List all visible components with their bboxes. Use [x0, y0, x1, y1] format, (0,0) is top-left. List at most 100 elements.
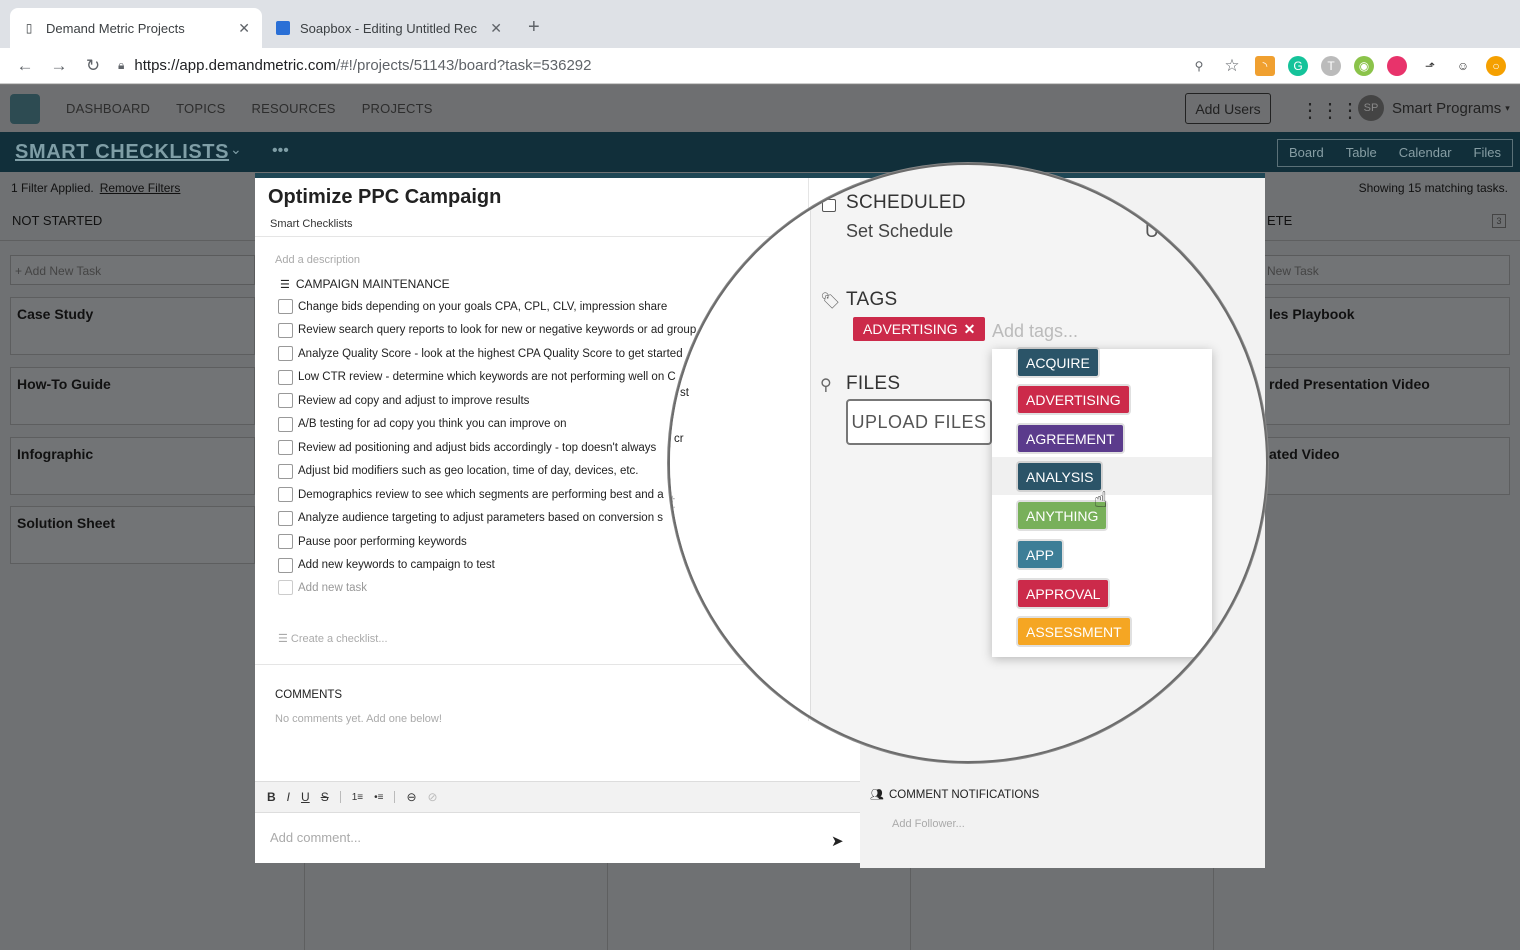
add-task-button[interactable]: + Add New Task — [10, 255, 255, 285]
task-card[interactable]: ated Video — [1262, 437, 1510, 495]
new-tab-icon[interactable]: + — [528, 16, 540, 39]
star-icon[interactable]: ☆ — [1222, 56, 1242, 76]
more-icon[interactable]: ••• — [1190, 195, 1207, 213]
tag-option-approval[interactable]: APPROVAL — [1018, 580, 1109, 607]
checklist-item[interactable]: Demographics review to see which segment… — [278, 483, 708, 507]
back-icon[interactable]: ← — [8, 56, 42, 76]
view-switcher: Board Table Calendar Files — [1277, 139, 1513, 167]
checkbox[interactable] — [278, 487, 293, 503]
url-field[interactable]: 🔒︎ https://app.demandmetric.com/#!/proje… — [118, 57, 592, 74]
tag-option-advertising[interactable]: ADVERTISING — [1018, 386, 1129, 413]
tag-option-assessment[interactable]: ASSESSMENT — [1018, 618, 1130, 645]
view-calendar-tab[interactable]: Calendar — [1388, 140, 1463, 166]
checklist-item[interactable]: Low CTR review - determine which keyword… — [278, 366, 708, 390]
view-board-tab[interactable]: Board — [1278, 140, 1335, 166]
app-header: DASHBOARD TOPICS RESOURCES PROJECTS Add … — [0, 85, 1520, 132]
checklist-item[interactable]: Add new keywords to campaign to test — [278, 554, 708, 578]
italic-button[interactable]: I — [287, 790, 290, 804]
user-menu[interactable]: SP Smart Programs ▾ — [1358, 95, 1510, 121]
checkbox[interactable] — [278, 416, 293, 432]
create-checklist-link[interactable]: ☰ Create a checklist... — [278, 632, 388, 645]
add-tags-input[interactable]: Add tags... — [992, 321, 1078, 342]
nav-topics[interactable]: TOPICS — [176, 101, 225, 116]
checklist-title[interactable]: ☰ CAMPAIGN MAINTENANCE — [280, 277, 450, 291]
task-card[interactable]: rded Presentation Video — [1262, 367, 1510, 425]
checklist-item[interactable]: Review ad positioning and adjust bids ac… — [278, 436, 708, 460]
checkbox[interactable] — [278, 440, 293, 456]
view-table-tab[interactable]: Table — [1335, 140, 1388, 166]
ordered-list-button[interactable]: 1≡ — [352, 792, 363, 803]
tag-chip[interactable]: ADVERTISING ✕ — [853, 317, 986, 341]
checkbox[interactable] — [278, 322, 293, 338]
extension-t-icon[interactable]: T — [1321, 56, 1341, 76]
nav-dashboard[interactable]: DASHBOARD — [66, 101, 150, 116]
close-icon[interactable]: ✕ — [490, 20, 502, 37]
task-title[interactable]: Optimize PPC Campaign — [268, 186, 501, 209]
tag-option-acquire[interactable]: ACQUIRE — [1018, 349, 1098, 376]
underline-button[interactable]: U — [301, 790, 310, 804]
checklist-item[interactable]: Review ad copy and adjust to improve res… — [278, 389, 708, 413]
pink-dot-icon[interactable] — [1387, 56, 1407, 76]
board-more-button[interactable]: ••• — [272, 142, 289, 160]
bold-button[interactable]: B — [267, 790, 276, 804]
strikethrough-button[interactable]: S — [321, 790, 329, 804]
tag-option-agreement[interactable]: AGREEMENT — [1018, 425, 1123, 452]
reload-icon[interactable]: ↻ — [76, 56, 110, 76]
checkbox[interactable] — [278, 299, 293, 315]
checkbox[interactable] — [278, 510, 293, 526]
task-card[interactable]: How-To Guide — [10, 367, 255, 425]
checklist-item[interactable]: Adjust bid modifiers such as geo locatio… — [278, 460, 708, 484]
task-card[interactable]: les Playbook — [1262, 297, 1510, 355]
unlink-button[interactable]: ⊘ — [428, 790, 438, 804]
task-card[interactable]: Case Study — [10, 297, 255, 355]
rss-icon[interactable]: ◝ — [1255, 56, 1275, 76]
checkbox[interactable] — [278, 393, 293, 409]
demand-metric-logo[interactable] — [10, 93, 40, 124]
checkbox[interactable] — [278, 369, 293, 385]
zoom-icon[interactable]: ⚲ — [1189, 56, 1209, 76]
remove-tag-icon[interactable]: ✕ — [964, 321, 976, 338]
checkbox[interactable] — [278, 534, 293, 550]
orange-ext-icon[interactable]: ○ — [1486, 56, 1506, 76]
checklist-item[interactable]: Analyze Quality Score - look at the high… — [278, 342, 708, 366]
checklist-item[interactable]: Analyze audience targeting to adjust par… — [278, 507, 708, 531]
task-card[interactable]: Infographic — [10, 437, 255, 495]
checkbox[interactable] — [278, 346, 293, 362]
checklist-item[interactable]: Review search query reports to look for … — [278, 319, 708, 343]
checklist-item[interactable]: A/B testing for ad copy you think you ca… — [278, 413, 708, 437]
grammarly-icon[interactable]: G — [1288, 56, 1308, 76]
apps-grid-icon[interactable]: ⋮⋮⋮ — [1300, 98, 1360, 123]
add-task-button[interactable]: New Task — [1262, 255, 1510, 285]
tag-option-app[interactable]: APP — [1018, 541, 1063, 568]
link-button[interactable]: ⊖ — [406, 790, 416, 804]
send-icon[interactable]: ➤ — [831, 832, 844, 850]
set-schedule-link[interactable]: Set Schedule — [846, 221, 953, 242]
board-title[interactable]: SMART CHECKLISTS — [15, 141, 229, 164]
remove-filters-link[interactable]: Remove Filters — [100, 181, 181, 195]
upload-files-button[interactable]: UPLOAD FILES — [846, 399, 992, 445]
chevron-down-icon[interactable]: ⌄ — [230, 141, 242, 158]
tag-option-analysis[interactable]: ANALYSIS — [1018, 463, 1102, 490]
close-icon[interactable]: ✕ — [1232, 193, 1249, 218]
view-files-tab[interactable]: Files — [1463, 140, 1512, 166]
arrow-ext-icon[interactable]: ⬏ — [1420, 56, 1440, 76]
comment-input[interactable]: Add comment... — [270, 830, 361, 845]
browser-tab-active[interactable]: ▯ Demand Metric Projects ✕ — [10, 8, 262, 48]
android-icon[interactable]: ◉ — [1354, 56, 1374, 76]
add-checklist-item-input[interactable]: Add new task — [278, 580, 367, 595]
nav-resources[interactable]: RESOURCES — [252, 101, 336, 116]
task-card[interactable]: Solution Sheet — [10, 506, 255, 564]
checklist-item[interactable]: Pause poor performing keywords — [278, 530, 708, 554]
add-users-button[interactable]: Add Users — [1185, 93, 1271, 124]
browser-tab-soapbox[interactable]: Soapbox - Editing Untitled Rec ✕ — [264, 8, 514, 48]
close-icon[interactable]: ✕ — [238, 20, 250, 37]
checklist-item[interactable]: Change bids depending on your goals CPA,… — [278, 295, 708, 319]
add-follower-input[interactable]: Add Follower... — [892, 818, 965, 830]
profile-icon[interactable]: ☺ — [1453, 56, 1473, 76]
checkbox[interactable] — [278, 557, 293, 573]
bullet-list-button[interactable]: •≡ — [374, 792, 383, 803]
description-input[interactable]: Add a description — [275, 254, 360, 266]
nav-projects[interactable]: PROJECTS — [362, 101, 433, 116]
forward-icon[interactable]: → — [42, 56, 76, 76]
checkbox[interactable] — [278, 463, 293, 479]
